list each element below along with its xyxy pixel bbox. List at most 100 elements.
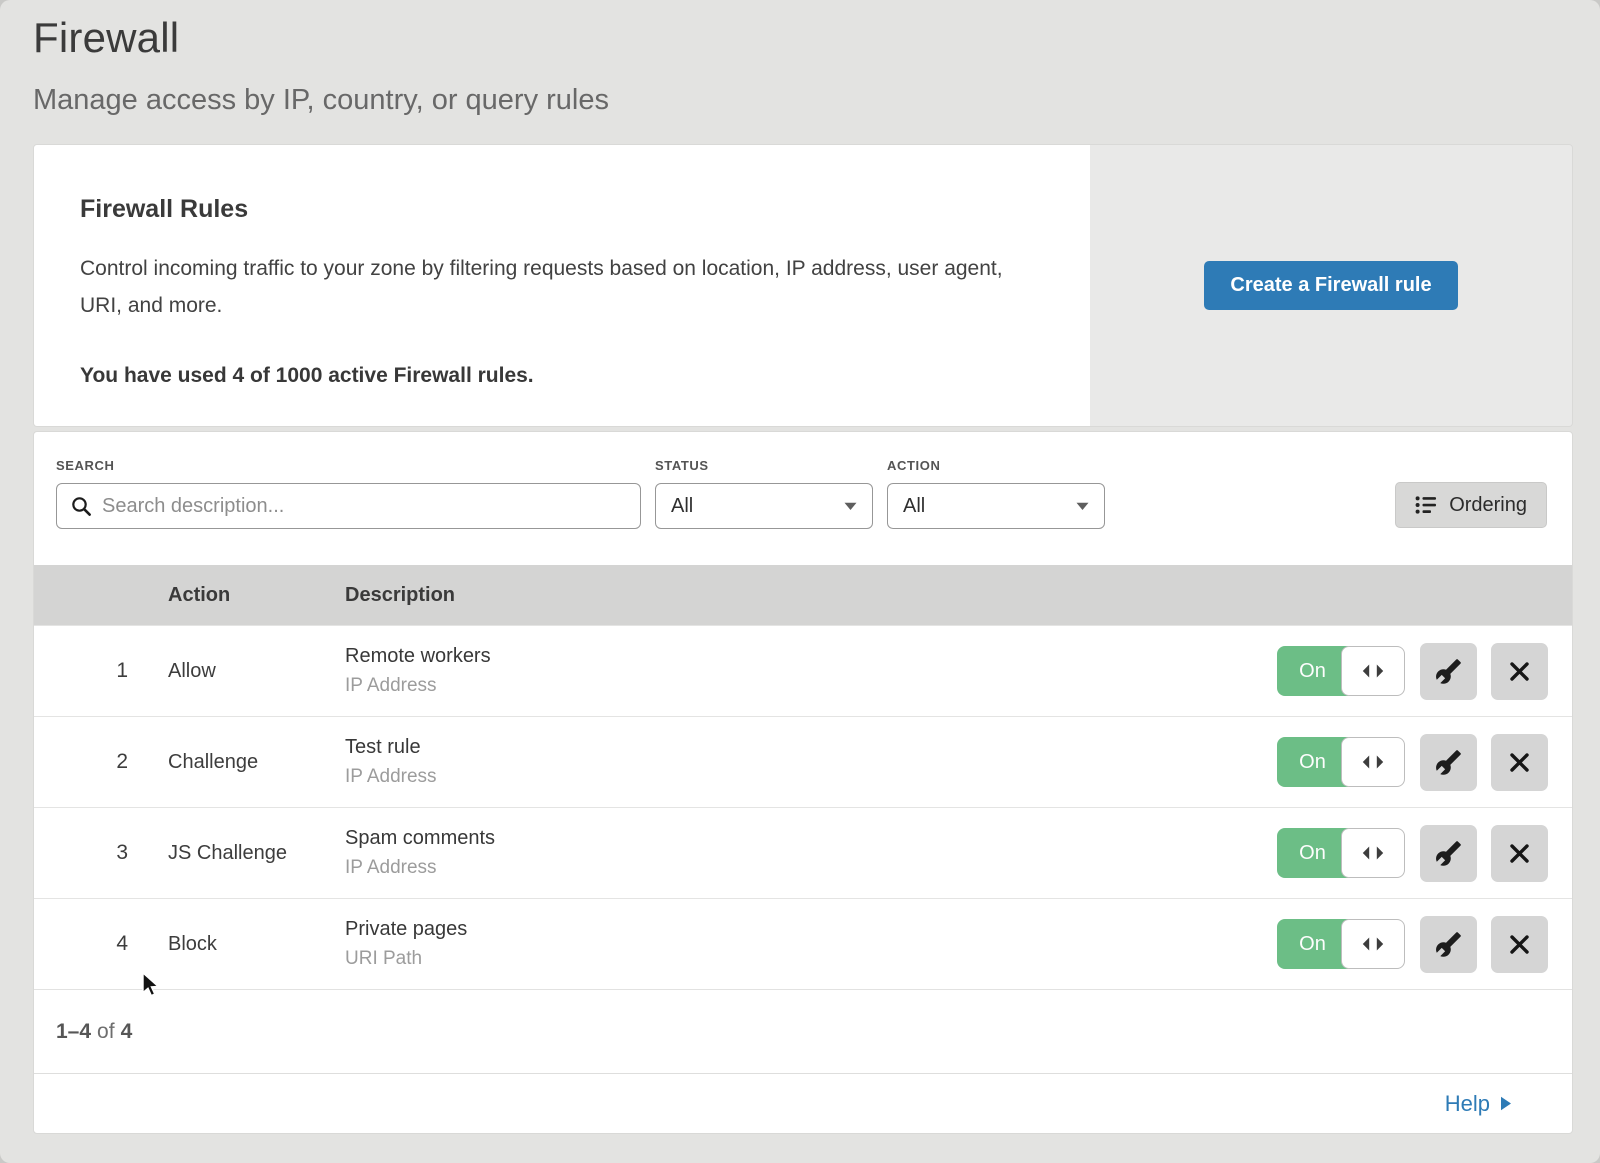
page-subtitle: Manage access by IP, country, or query r… [33,84,1573,117]
rule-controls: On [1268,916,1548,973]
drag-arrows-icon [1361,663,1385,679]
page-title: Firewall [33,14,1573,62]
chevron-down-icon [844,502,857,511]
toggle-on-label: On [1277,646,1348,696]
delete-rule-button[interactable] [1491,916,1548,973]
rule-description: Spam comments [345,827,1268,850]
table-row: 3 JS Challenge Spam comments IP Address … [34,807,1572,898]
rule-action: Block [168,933,345,956]
drag-arrows-icon [1361,845,1385,861]
filter-bar: SEARCH STATUS All [34,432,1572,565]
help-link-label: Help [1445,1091,1490,1117]
action-select[interactable]: All [887,483,1105,529]
rule-enabled-toggle[interactable]: On [1277,646,1405,696]
wrench-icon [1435,658,1462,685]
search-field-group: SEARCH [56,458,641,529]
delete-rule-button[interactable] [1491,643,1548,700]
search-icon [71,496,92,517]
ordered-list-icon [1415,495,1438,515]
close-icon [1508,933,1531,956]
close-icon [1508,751,1531,774]
close-icon [1508,660,1531,683]
rule-action: Allow [168,660,345,683]
rules-usage-count: You have used 4 of 1000 active Firewall … [80,364,1044,388]
status-select[interactable]: All [655,483,873,529]
firewall-rules-list-card: SEARCH STATUS All [33,431,1573,1134]
rule-priority: 1 [34,659,168,683]
rule-enabled-toggle[interactable]: On [1277,919,1405,969]
action-label: ACTION [887,458,1105,473]
close-icon [1508,842,1531,865]
rule-description: Test rule [345,736,1268,759]
table-row: 1 Allow Remote workers IP Address On [34,625,1572,716]
rule-match-type: IP Address [345,675,1268,697]
overview-text-panel: Firewall Rules Control incoming traffic … [34,145,1090,426]
firewall-page: Firewall Manage access by IP, country, o… [0,0,1600,1163]
edit-rule-button[interactable] [1420,825,1477,882]
overview-action-panel: Create a Firewall rule [1090,145,1572,426]
rule-match-type: IP Address [345,766,1268,788]
drag-arrows-icon [1361,754,1385,770]
wrench-icon [1435,840,1462,867]
rule-description-cell: Private pages URI Path [345,918,1268,970]
ordering-button[interactable]: Ordering [1395,482,1547,528]
toggle-on-label: On [1277,919,1348,969]
edit-rule-button[interactable] [1420,916,1477,973]
pagination-total: 4 [121,1020,133,1044]
status-field-group: STATUS All [655,458,873,529]
toggle-on-label: On [1277,737,1348,787]
card-footer: Help [34,1073,1572,1133]
pagination-separator: of [97,1020,115,1044]
edit-rule-button[interactable] [1420,734,1477,791]
rule-controls: On [1268,643,1548,700]
rule-description-cell: Test rule IP Address [345,736,1268,788]
rule-description: Private pages [345,918,1268,941]
chevron-right-icon [1500,1096,1512,1111]
create-firewall-rule-button[interactable]: Create a Firewall rule [1204,261,1457,310]
action-column-header: Action [168,584,345,607]
pagination: 1–4 of 4 [34,989,1572,1073]
rule-description: Remote workers [345,645,1268,668]
edit-rule-button[interactable] [1420,643,1477,700]
rule-controls: On [1268,734,1548,791]
status-label: STATUS [655,458,873,473]
table-row: 4 Block Private pages URI Path On [34,898,1572,989]
action-select-value: All [903,495,925,518]
rule-match-type: IP Address [345,857,1268,879]
rule-priority: 4 [34,932,168,956]
search-input[interactable] [102,495,626,518]
rule-enabled-toggle[interactable]: On [1277,828,1405,878]
search-label: SEARCH [56,458,641,473]
action-field-group: ACTION All [887,458,1105,529]
rule-description-cell: Remote workers IP Address [345,645,1268,697]
help-link[interactable]: Help [1445,1091,1512,1117]
delete-rule-button[interactable] [1491,825,1548,882]
chevron-down-icon [1076,502,1089,511]
rule-match-type: URI Path [345,948,1268,970]
drag-arrows-icon [1361,936,1385,952]
toggle-knob[interactable] [1341,919,1405,969]
rule-action: JS Challenge [168,842,345,865]
toggle-on-label: On [1277,828,1348,878]
rule-priority: 3 [34,841,168,865]
overview-heading: Firewall Rules [80,195,1044,224]
pagination-range: 1–4 [56,1020,91,1044]
toggle-knob[interactable] [1341,646,1405,696]
rule-action: Challenge [168,751,345,774]
delete-rule-button[interactable] [1491,734,1548,791]
wrench-icon [1435,931,1462,958]
overview-description: Control incoming traffic to your zone by… [80,250,1030,324]
status-select-value: All [671,495,693,518]
toggle-knob[interactable] [1341,828,1405,878]
ordering-button-label: Ordering [1449,494,1527,517]
firewall-rules-overview-card: Firewall Rules Control incoming traffic … [33,144,1573,427]
rule-controls: On [1268,825,1548,882]
rule-enabled-toggle[interactable]: On [1277,737,1405,787]
wrench-icon [1435,749,1462,776]
table-header: Action Description [34,565,1572,625]
rule-description-cell: Spam comments IP Address [345,827,1268,879]
toggle-knob[interactable] [1341,737,1405,787]
table-body: 1 Allow Remote workers IP Address On [34,625,1572,989]
description-column-header: Description [345,584,1268,607]
table-row: 2 Challenge Test rule IP Address On [34,716,1572,807]
